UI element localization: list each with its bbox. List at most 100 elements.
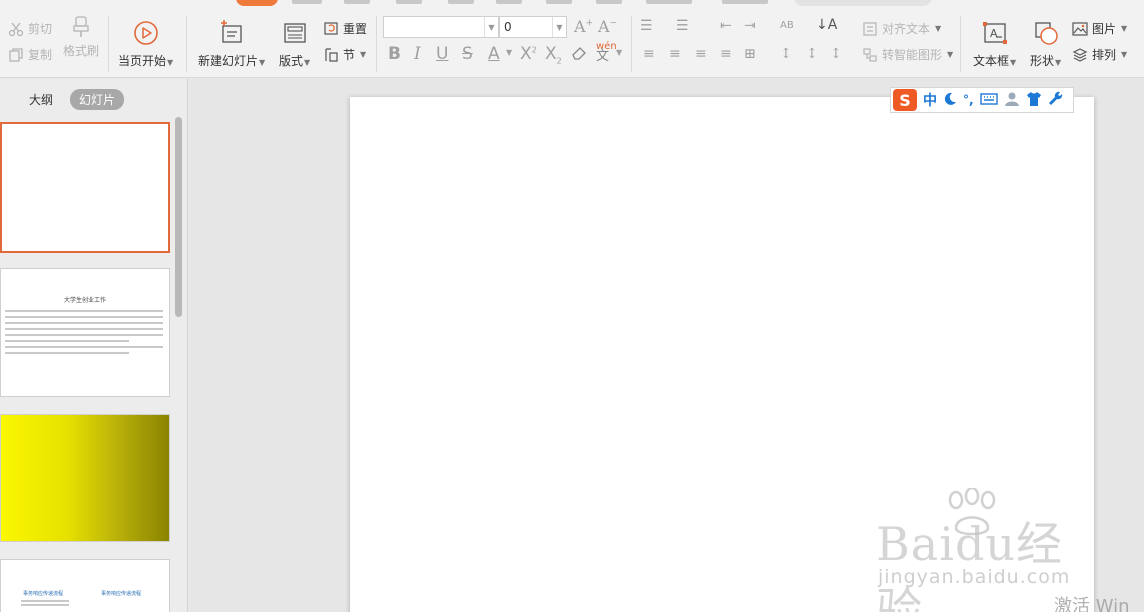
ime-mode-toggle[interactable]: 中: [923, 90, 937, 110]
skin-shirt-icon[interactable]: [1026, 91, 1042, 110]
underline-icon[interactable]: U: [436, 44, 448, 64]
menu-tab[interactable]: [396, 0, 422, 4]
increase-font-icon[interactable]: A+: [574, 17, 593, 36]
column-spacing-icon[interactable]: ↕: [830, 46, 842, 62]
sogou-logo-icon[interactable]: S: [893, 89, 917, 111]
shape-icon: [1031, 18, 1061, 48]
slide-thumbnail-1[interactable]: [0, 122, 170, 253]
divider: [108, 16, 109, 72]
bullet-list-icon[interactable]: ☰: [640, 18, 653, 34]
slide-thumbnail-2[interactable]: 大学生创业工作: [0, 268, 170, 397]
text-line: [5, 328, 163, 330]
shape-button[interactable]: 形状▼: [1030, 18, 1061, 69]
align-center-icon[interactable]: ≡: [669, 46, 681, 62]
format-painter-button[interactable]: 格式刷: [63, 16, 99, 59]
slide-thumbnail-heading: 事务响应传递流程: [101, 591, 142, 597]
panel-tabs: 大纲 幻灯片: [20, 89, 125, 110]
menu-tab[interactable]: [496, 0, 522, 4]
slide-thumbnail-3[interactable]: [0, 414, 170, 542]
convert-smartart-label: 转智能图形: [882, 48, 943, 62]
menu-tab-start[interactable]: [236, 0, 278, 6]
dropdown-caret-icon[interactable]: ▼: [506, 48, 512, 57]
shape-label: 形状: [1030, 54, 1055, 68]
decrease-font-icon[interactable]: A−: [598, 17, 617, 36]
slide-thumbnail-title: 大学生创业工作: [63, 297, 106, 304]
italic-icon[interactable]: I: [414, 44, 421, 64]
new-slide-button[interactable]: 新建幻灯片▼: [198, 18, 265, 69]
align-left-icon[interactable]: ≡: [643, 46, 655, 62]
menu-strip: [0, 0, 1144, 8]
increase-indent-icon[interactable]: ⇥: [744, 18, 756, 34]
arrange-button[interactable]: 排列 ▼: [1072, 46, 1127, 63]
chevron-down-icon[interactable]: ▼: [484, 17, 498, 37]
dropdown-caret-icon: ▼: [947, 50, 954, 59]
font-size-combo[interactable]: 0 ▼: [499, 16, 567, 38]
sort-icon[interactable]: ↓A: [816, 17, 837, 33]
text-direction-icon[interactable]: AB: [780, 20, 794, 31]
dropdown-caret-icon: ▼: [259, 58, 266, 67]
numbered-list-icon[interactable]: ☰: [676, 18, 689, 34]
decrease-indent-icon[interactable]: ⇤: [720, 18, 732, 34]
text-line: [5, 310, 163, 312]
menu-tab[interactable]: [546, 0, 572, 4]
line-spacing-icon[interactable]: ↕: [780, 46, 792, 62]
ribbon: 剪切 复制 格式刷 当页开始▼ 新建幻灯片▼ 版式▼ 重置 节 ▼ ▼ 0 ▼ …: [0, 8, 1144, 78]
strikethrough-icon[interactable]: S: [462, 44, 473, 64]
panel-scrollbar[interactable]: [175, 117, 182, 317]
arrange-icon: [1072, 47, 1088, 63]
bold-icon[interactable]: B: [388, 44, 401, 64]
text-line: [5, 346, 163, 348]
scissors-icon: [8, 21, 24, 37]
font-name-combo[interactable]: ▼: [383, 16, 499, 38]
chevron-down-icon[interactable]: ▼: [552, 17, 566, 37]
justify-icon[interactable]: ≡: [720, 46, 732, 62]
text-line: [5, 352, 129, 354]
ime-punctuation-toggle[interactable]: °,: [963, 93, 974, 107]
keyboard-icon[interactable]: [979, 92, 998, 109]
eraser-icon[interactable]: [571, 45, 587, 66]
divider: [376, 16, 377, 72]
convert-smartart-button[interactable]: 转智能图形 ▼: [862, 46, 953, 63]
tab-outline[interactable]: 大纲: [20, 89, 62, 110]
text-line: [5, 322, 163, 324]
new-slide-label: 新建幻灯片: [198, 54, 259, 68]
picture-button[interactable]: 图片 ▼: [1072, 20, 1127, 37]
search-box[interactable]: [794, 0, 932, 6]
dropdown-caret-icon[interactable]: ▼: [616, 48, 622, 57]
slide-thumbnail-4[interactable]: 事务响应传递流程 事务响应传递流程: [0, 559, 170, 612]
align-text-button[interactable]: 对齐文本 ▼: [862, 20, 941, 37]
font-size-value: 0: [504, 20, 512, 34]
menu-tab[interactable]: [292, 0, 322, 4]
menu-tab[interactable]: [646, 0, 692, 4]
moon-icon[interactable]: [943, 92, 957, 109]
textbox-label: 文本框: [973, 54, 1010, 68]
superscript-icon[interactable]: X2: [520, 44, 537, 64]
font-color-icon[interactable]: A: [488, 44, 500, 64]
menu-tab[interactable]: [722, 0, 768, 4]
play-from-current-button[interactable]: 当页开始▼: [118, 18, 173, 69]
paragraph-spacing-icon[interactable]: ↕: [806, 46, 818, 62]
subscript-icon[interactable]: X2: [545, 44, 562, 65]
menu-tab[interactable]: [596, 0, 622, 4]
text-line: [5, 334, 163, 336]
dropdown-caret-icon: ▼: [304, 58, 311, 67]
phonetic-guide-icon[interactable]: wén 文: [596, 42, 617, 64]
reset-button[interactable]: 重置: [323, 20, 367, 37]
layout-button[interactable]: 版式▼: [279, 18, 310, 69]
copy-button[interactable]: 复制: [8, 46, 52, 63]
cut-button[interactable]: 剪切: [8, 20, 52, 37]
distributed-icon[interactable]: ⊞: [744, 46, 756, 62]
section-icon: [323, 47, 339, 63]
picture-icon: [1072, 21, 1088, 37]
section-button[interactable]: 节 ▼: [323, 46, 366, 63]
wrench-icon[interactable]: [1048, 91, 1064, 110]
tab-slides[interactable]: 幻灯片: [70, 89, 125, 110]
brush-icon: [66, 16, 96, 38]
align-right-icon[interactable]: ≡: [695, 46, 707, 62]
layout-icon: [280, 18, 310, 48]
menu-tab[interactable]: [344, 0, 370, 4]
menu-tab[interactable]: [448, 0, 474, 4]
textbox-button[interactable]: A 文本框▼: [973, 18, 1016, 69]
activate-windows-watermark: 激活 Win: [1054, 596, 1130, 612]
user-icon[interactable]: [1004, 91, 1020, 110]
